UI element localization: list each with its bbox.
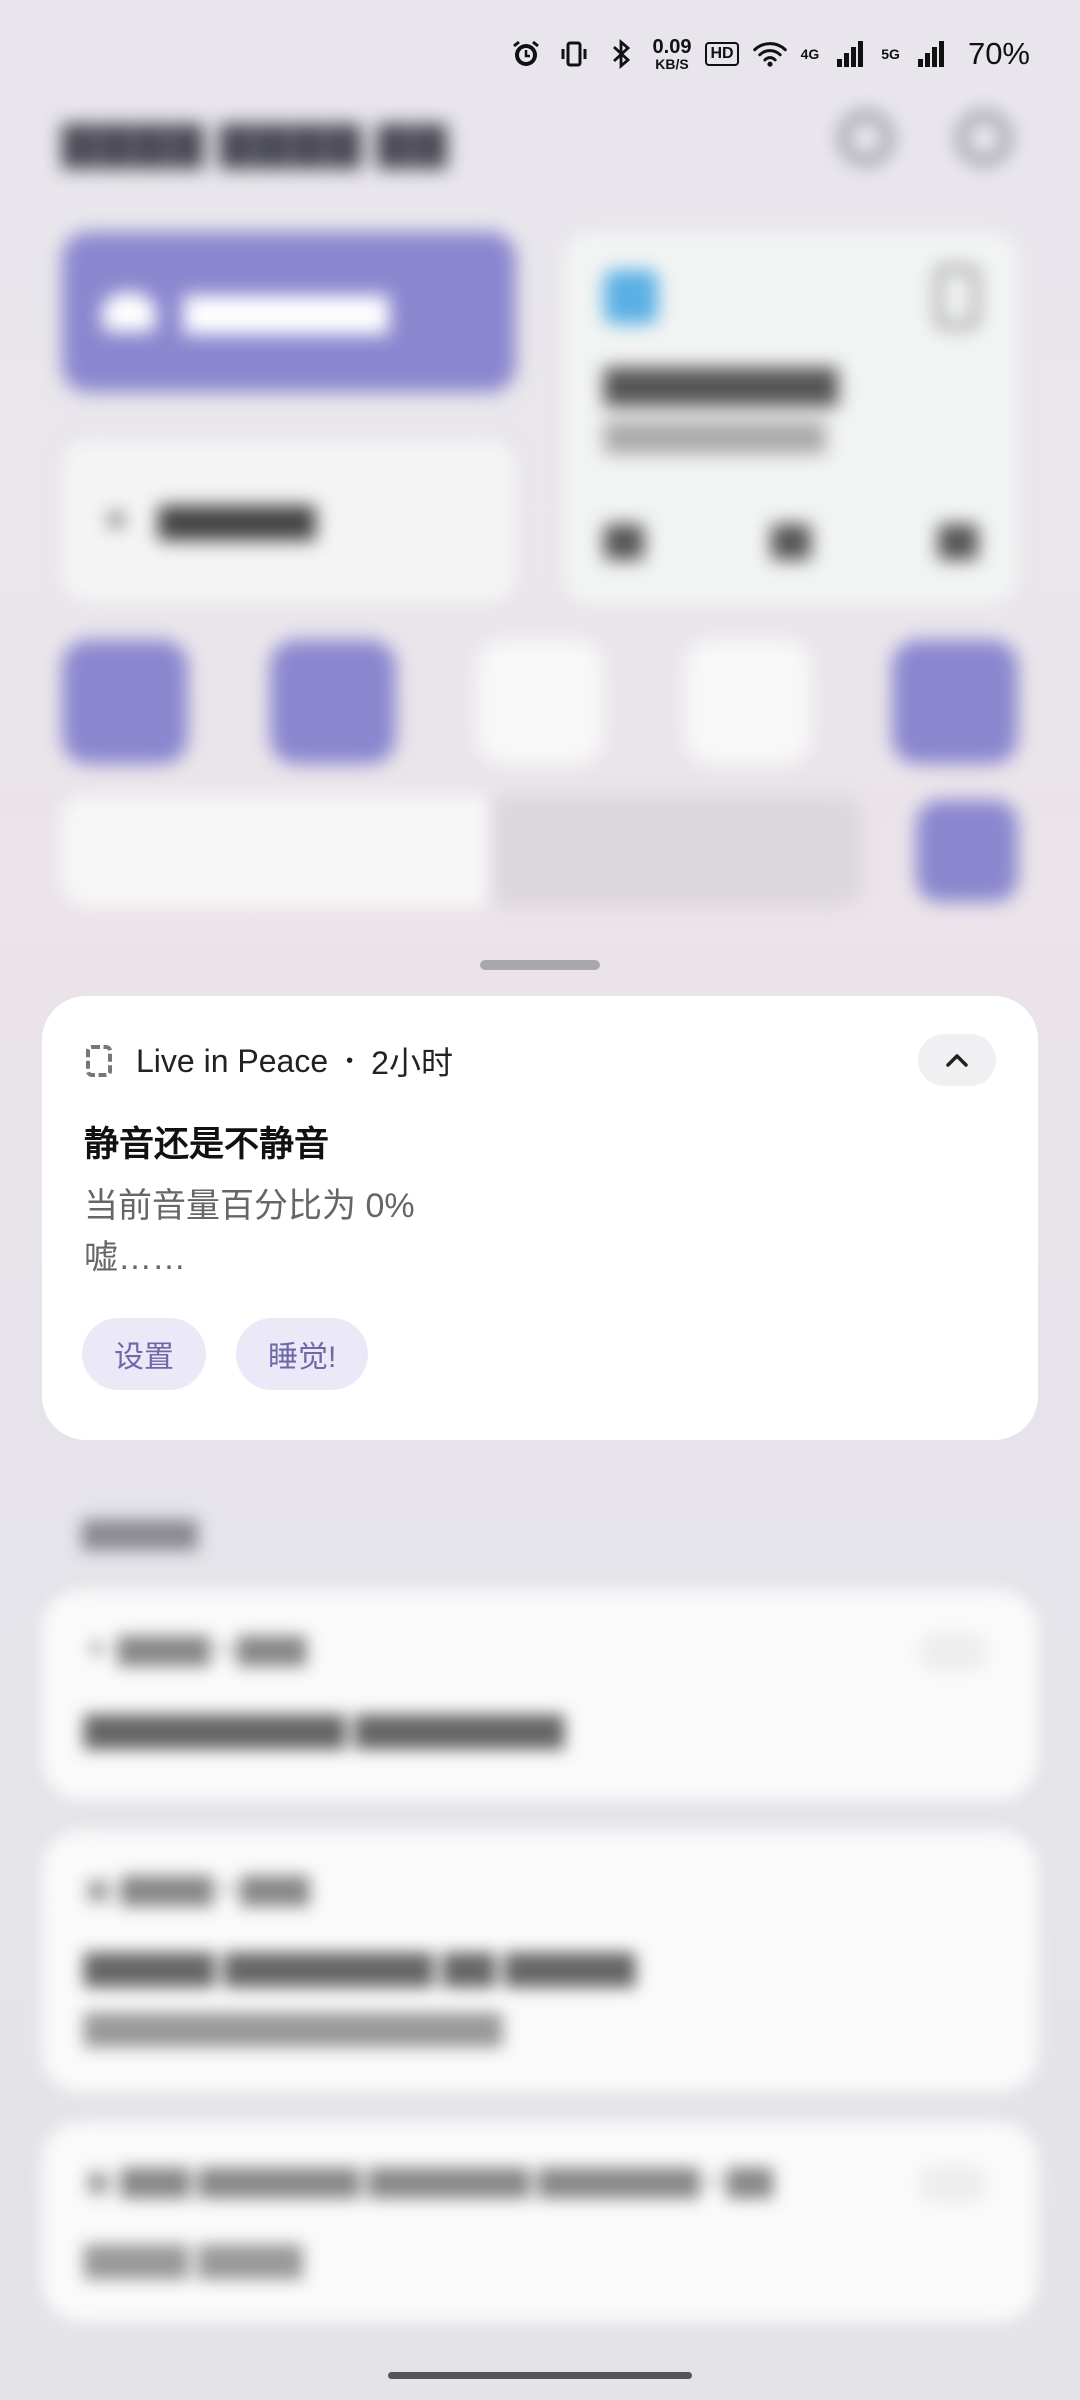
quick-tile: [269, 640, 396, 764]
search-icon: [840, 112, 892, 164]
blurred-notification: ▣ ▇▇▇ ▇▇▇▇▇▇▇ ▇▇▇▇▇▇▇ ▇▇▇▇▇▇▇ • ▇▇ ▇▇▇▇ …: [42, 2122, 1038, 2322]
notification-list-blurred: ▇▇▇▇▇ ✦ ▇▇▇▇ • ▇▇▇ ▇▇▇▇▇▇▇▇▇▇ ▇▇▇▇▇▇▇▇ ▣…: [0, 1480, 1080, 2340]
phone-icon: [936, 266, 978, 328]
previous-icon: [604, 524, 644, 560]
media-player-tile: ▇▇▇▇▇▇▇▇ ▇▇▇▇▇▇▇▇▇: [564, 232, 1018, 604]
blurred-notification: ✦ ▇▇▇▇ • ▇▇▇ ▇▇▇▇▇▇▇▇▇▇ ▇▇▇▇▇▇▇▇: [42, 1590, 1038, 1800]
next-icon: [938, 524, 978, 560]
notification-body-line: 嘘……: [84, 1239, 186, 1277]
notification-header: Live in Peace • 2小时: [86, 1038, 453, 1084]
sleep-action-button[interactable]: 睡觉!: [236, 1318, 369, 1390]
panel-drag-handle[interactable]: [480, 960, 600, 970]
quick-tile: [892, 640, 1018, 764]
blurred-notification: ▣ ▇▇▇▇ • ▇▇▇ ▇▇▇▇▇ ▇▇▇▇▇▇▇▇ ▇▇ ▇▇▇▇▇ ▇▇▇…: [42, 1830, 1038, 2092]
media-app-icon: [604, 270, 658, 324]
gear-icon: [958, 112, 1010, 164]
quick-tile: [477, 640, 603, 764]
brightness-slider: [62, 796, 862, 906]
notification-title: 静音还是不静音: [84, 1125, 330, 1164]
gesture-navigation-bar[interactable]: [388, 2372, 692, 2379]
collapse-button[interactable]: [918, 1034, 996, 1086]
notification-body-line: 当前音量百分比为 0%: [84, 1187, 415, 1225]
quick-settings-panel-blurred: ▇▇▇▇ ▇▇▇▇ ▇▇ ▇▇▇▇▇▇▇ ✦ ▇▇▇▇▇▇ ▇▇▇▇▇▇▇▇ ▇▇…: [0, 0, 1080, 960]
chevron-up-icon: [946, 1054, 968, 1067]
qs-header-blurred: ▇▇▇▇ ▇▇▇▇ ▇▇: [62, 119, 449, 168]
wifi-icon: [102, 292, 156, 332]
watch-icon: [86, 1045, 112, 1077]
wifi-tile: ▇▇▇▇▇▇▇: [62, 232, 516, 392]
notification-body: 当前音量百分比为 0% 嘘……: [84, 1180, 415, 1284]
separator-dot: •: [346, 1049, 354, 1072]
notification-card[interactable]: Live in Peace • 2小时 静音还是不静音 当前音量百分比为 0% …: [42, 996, 1038, 1440]
quick-tile: [684, 640, 811, 764]
bluetooth-tile: ✦ ▇▇▇▇▇▇: [62, 440, 516, 602]
settings-action-button[interactable]: 设置: [82, 1318, 206, 1390]
notification-time: 2小时: [371, 1045, 453, 1081]
brightness-auto-button: [916, 800, 1018, 902]
section-label-blurred: ▇▇▇▇▇: [82, 1517, 198, 1550]
quick-tile: [62, 640, 188, 764]
pause-icon: [771, 524, 811, 560]
notification-app-name: Live in Peace: [136, 1042, 329, 1079]
